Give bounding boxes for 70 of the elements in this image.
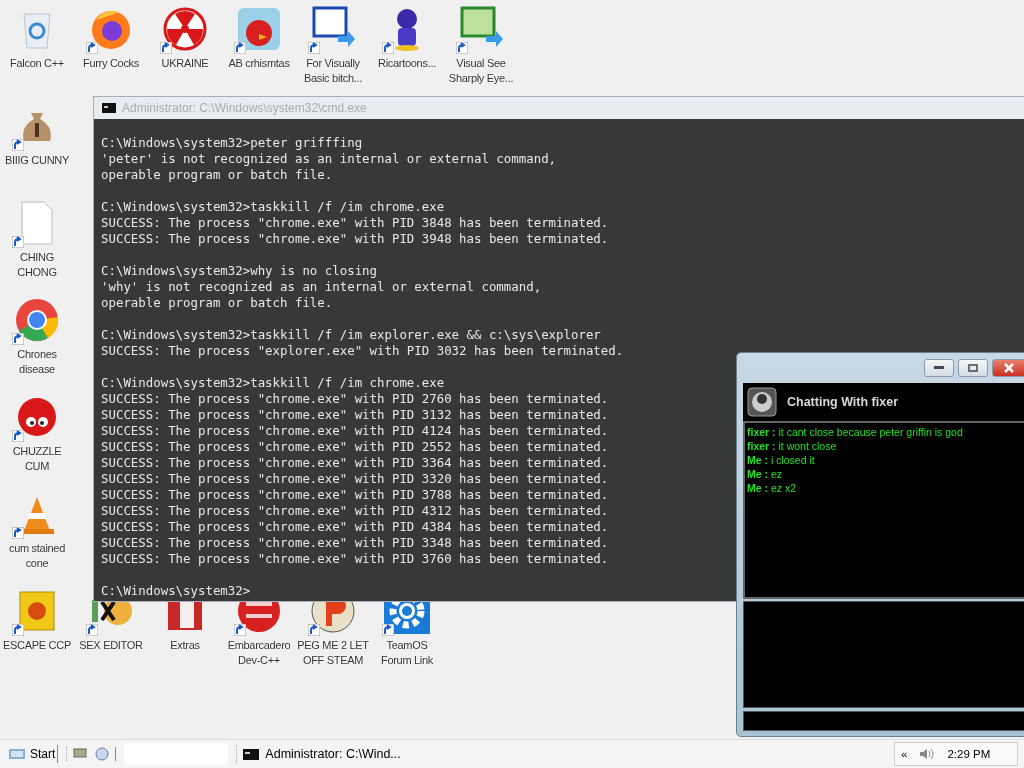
console-line: SUCCESS: The process "chrome.exe" with PID 3348 has been terminated.	[101, 535, 609, 551]
icon-label[interactable]: Chrones disease	[0, 347, 74, 377]
console-line: SUCCESS: The process "chrome.exe" with PID 3760 has been terminated.	[101, 551, 609, 567]
icon-label[interactable]: TeamOS Forum Link	[370, 638, 444, 668]
console-line: SUCCESS: The process "chrome.exe" with PID 3364 has been terminated.	[101, 455, 609, 471]
console-icon	[102, 103, 116, 113]
console-line: 'peter' is not recognized as an internal or external command,	[101, 151, 557, 167]
chat-message: fixer : it cant close because peter griffin is god	[747, 425, 964, 439]
chat-title: Chatting With fixer	[787, 395, 898, 409]
console-line: SUCCESS: The process "chrome.exe" with PID 2760 has been terminated.	[101, 391, 609, 407]
close-icon	[1004, 363, 1014, 373]
console-line: SUCCESS: The process "chrome.exe" with PID 3788 has been terminated.	[101, 487, 609, 503]
globe-icon[interactable]	[95, 747, 110, 761]
start-icon	[8, 747, 28, 761]
ring-icon	[14, 297, 60, 343]
icon-label[interactable]: Visual See Sharply Eye...	[444, 56, 518, 86]
start-button[interactable]: Start	[6, 745, 59, 763]
icon-label[interactable]: Ricartoons...	[370, 56, 444, 71]
console-line: SUCCESS: The process "chrome.exe" with PID 2552 has been terminated.	[101, 439, 609, 455]
icon-label[interactable]: ESCAPE CCP	[0, 638, 74, 653]
icon-label[interactable]: SEX EDITOR	[74, 638, 148, 653]
icon-label[interactable]: CHUZZLE CUM	[0, 444, 74, 474]
icon-label[interactable]: Falcon C++	[0, 56, 74, 71]
close-button[interactable]	[992, 359, 1024, 377]
taskbar-button[interactable]: Administrator: C:\Wind...	[236, 745, 407, 763]
icon-label[interactable]: For Visually Basic bitch...	[296, 56, 370, 86]
console-line: operable program or batch file.	[101, 167, 333, 183]
desktop-icon[interactable]	[73, 747, 88, 759]
compose-field[interactable]	[743, 601, 1024, 708]
icon-label[interactable]: CHING CHONG	[0, 250, 74, 280]
icon-label[interactable]: PEG ME 2 LET OFF STEAM	[296, 638, 370, 668]
chat-message: Me : ez	[747, 467, 783, 481]
console-line: SUCCESS: The process "chrome.exe" with PID 3848 has been terminated.	[101, 215, 609, 231]
icon-label[interactable]: BIIIG CUNNY	[0, 153, 74, 168]
avatar-icon	[747, 387, 777, 417]
minimize-button[interactable]	[924, 359, 954, 377]
chat-message: fixer : it wont close	[747, 439, 838, 453]
console-line: SUCCESS: The process "chrome.exe" with PID 3948 has been terminated.	[101, 231, 609, 247]
icon-label[interactable]: Furry Cocks	[74, 56, 148, 71]
hazard-icon	[162, 6, 208, 52]
maximize-button[interactable]	[958, 359, 988, 377]
console-line: C:\Windows\system32>taskkill /f /im explorer.exe && c:\sys\explorer	[101, 327, 601, 343]
console-line: C:\Windows\system32>why is no closing	[101, 263, 377, 279]
console-line: C:\Windows\system32>taskkill /f /im chrome.exe	[101, 375, 445, 391]
console-line: C:\Windows\system32>	[101, 583, 251, 599]
console-line: 'why' is not recognized as an internal or external command,	[101, 279, 542, 295]
console-line: SUCCESS: The process "chrome.exe" with PID 3320 has been terminated.	[101, 471, 609, 487]
input-field[interactable]	[743, 711, 1024, 731]
maximize-icon	[968, 364, 978, 372]
chat-message: Me : ez x2	[747, 481, 797, 495]
tray-toggle[interactable]: «	[901, 748, 908, 760]
console-line: SUCCESS: The process "chrome.exe" with PID 4384 has been terminated.	[101, 519, 609, 535]
console-icon	[243, 748, 260, 760]
icon-label[interactable]: AB crhismtas	[222, 56, 296, 71]
console-line: C:\Windows\system32>taskkill /f /im chrome.exe	[101, 199, 445, 215]
console-line: C:\Windows\system32>peter grifffing	[101, 135, 363, 151]
speaker-icon[interactable]	[919, 748, 936, 760]
console-line: SUCCESS: The process "chrome.exe" with PID 3132 has been terminated.	[101, 407, 609, 423]
chat-message: Me : i closed it	[747, 453, 816, 467]
icon-label[interactable]: cum stained cone	[0, 541, 74, 571]
icon-label[interactable]: UKRAINE	[148, 56, 222, 71]
icon-label[interactable]: Extras	[148, 638, 222, 653]
minimize-icon	[934, 366, 944, 370]
window-title: Administrator: C:\Windows\system32\cmd.exe	[122, 101, 367, 115]
console-line: operable program or batch file.	[101, 295, 333, 311]
icon-label[interactable]: Embarcadero Dev-C++	[222, 638, 296, 668]
console-line: SUCCESS: The process "explorer.exe" with PID 3032 has been terminated.	[101, 343, 624, 359]
console-line: SUCCESS: The process "chrome.exe" with PID 4124 has been terminated.	[101, 423, 609, 439]
console-line: SUCCESS: The process "chrome.exe" with PID 4312 has been terminated.	[101, 503, 609, 519]
clock: 2:29 PM	[947, 748, 991, 760]
